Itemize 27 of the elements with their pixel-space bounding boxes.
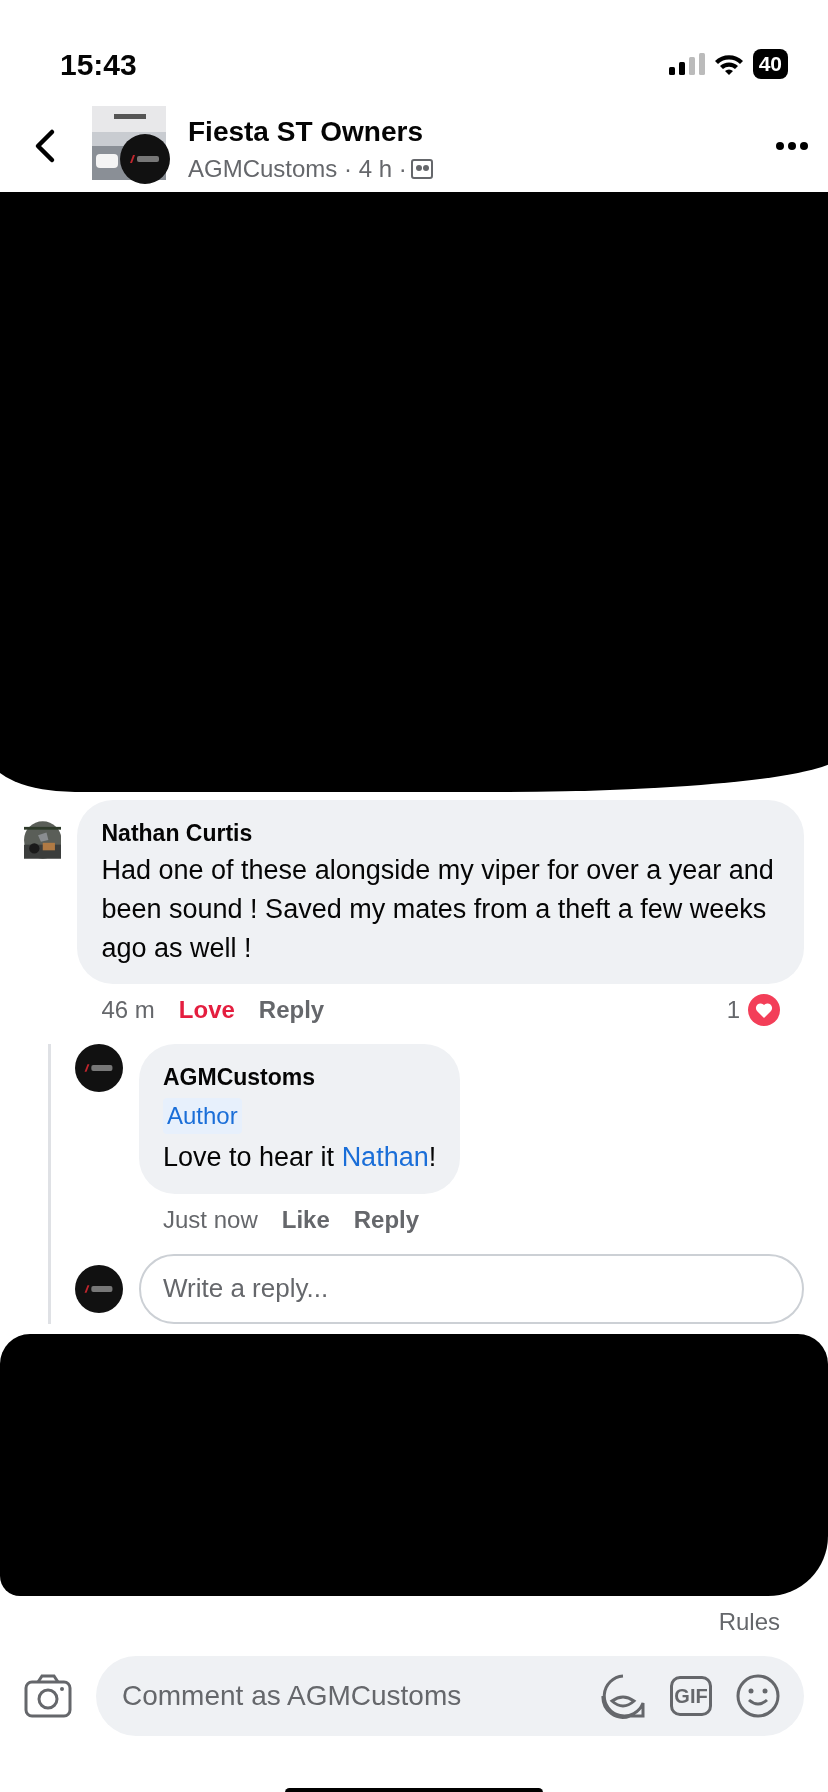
comment-author[interactable]: Nathan Curtis <box>101 816 780 851</box>
reply-button[interactable]: Reply <box>353 1201 420 1238</box>
author-badge: Author <box>163 1098 242 1135</box>
signal-icon <box>668 53 705 75</box>
reaction-button[interactable]: Love <box>178 991 235 1028</box>
reaction-button[interactable]: Like <box>281 1201 330 1238</box>
post-meta: AGMCustoms · 4 h · <box>188 157 407 181</box>
comment-field[interactable]: Comment as AGMCustoms GIF <box>96 1655 804 1736</box>
comment-text: Had one of these alongside my viper for over a year and been sound ! Saved my mates from a theft a few weeks ago as well ! <box>101 853 775 965</box>
more-icon[interactable] <box>776 141 808 151</box>
reply-button[interactable]: Reply <box>258 991 325 1028</box>
camera-icon[interactable] <box>24 1673 72 1718</box>
reply-text: Love to hear it Nathan! <box>163 1141 437 1175</box>
emoji-icon[interactable] <box>736 1673 780 1718</box>
gif-button[interactable]: GIF <box>670 1675 712 1716</box>
sticker-icon[interactable] <box>600 1672 646 1719</box>
status-time: 15:43 <box>60 46 137 83</box>
battery-level: 40 <box>752 49 788 79</box>
reply-author[interactable]: AGMCustoms <box>163 1059 316 1095</box>
rules-link[interactable]: Rules <box>718 1603 780 1640</box>
reply-field[interactable]: Write a reply... <box>139 1253 804 1324</box>
comment-time: 46 m <box>101 994 155 1025</box>
group-icon <box>410 159 433 179</box>
reply-time: Just now <box>163 1204 258 1235</box>
mention-link[interactable]: Nathan <box>341 1142 429 1173</box>
reaction-count: 1 <box>726 994 740 1025</box>
group-name[interactable]: Fiesta ST Owners <box>188 111 760 153</box>
